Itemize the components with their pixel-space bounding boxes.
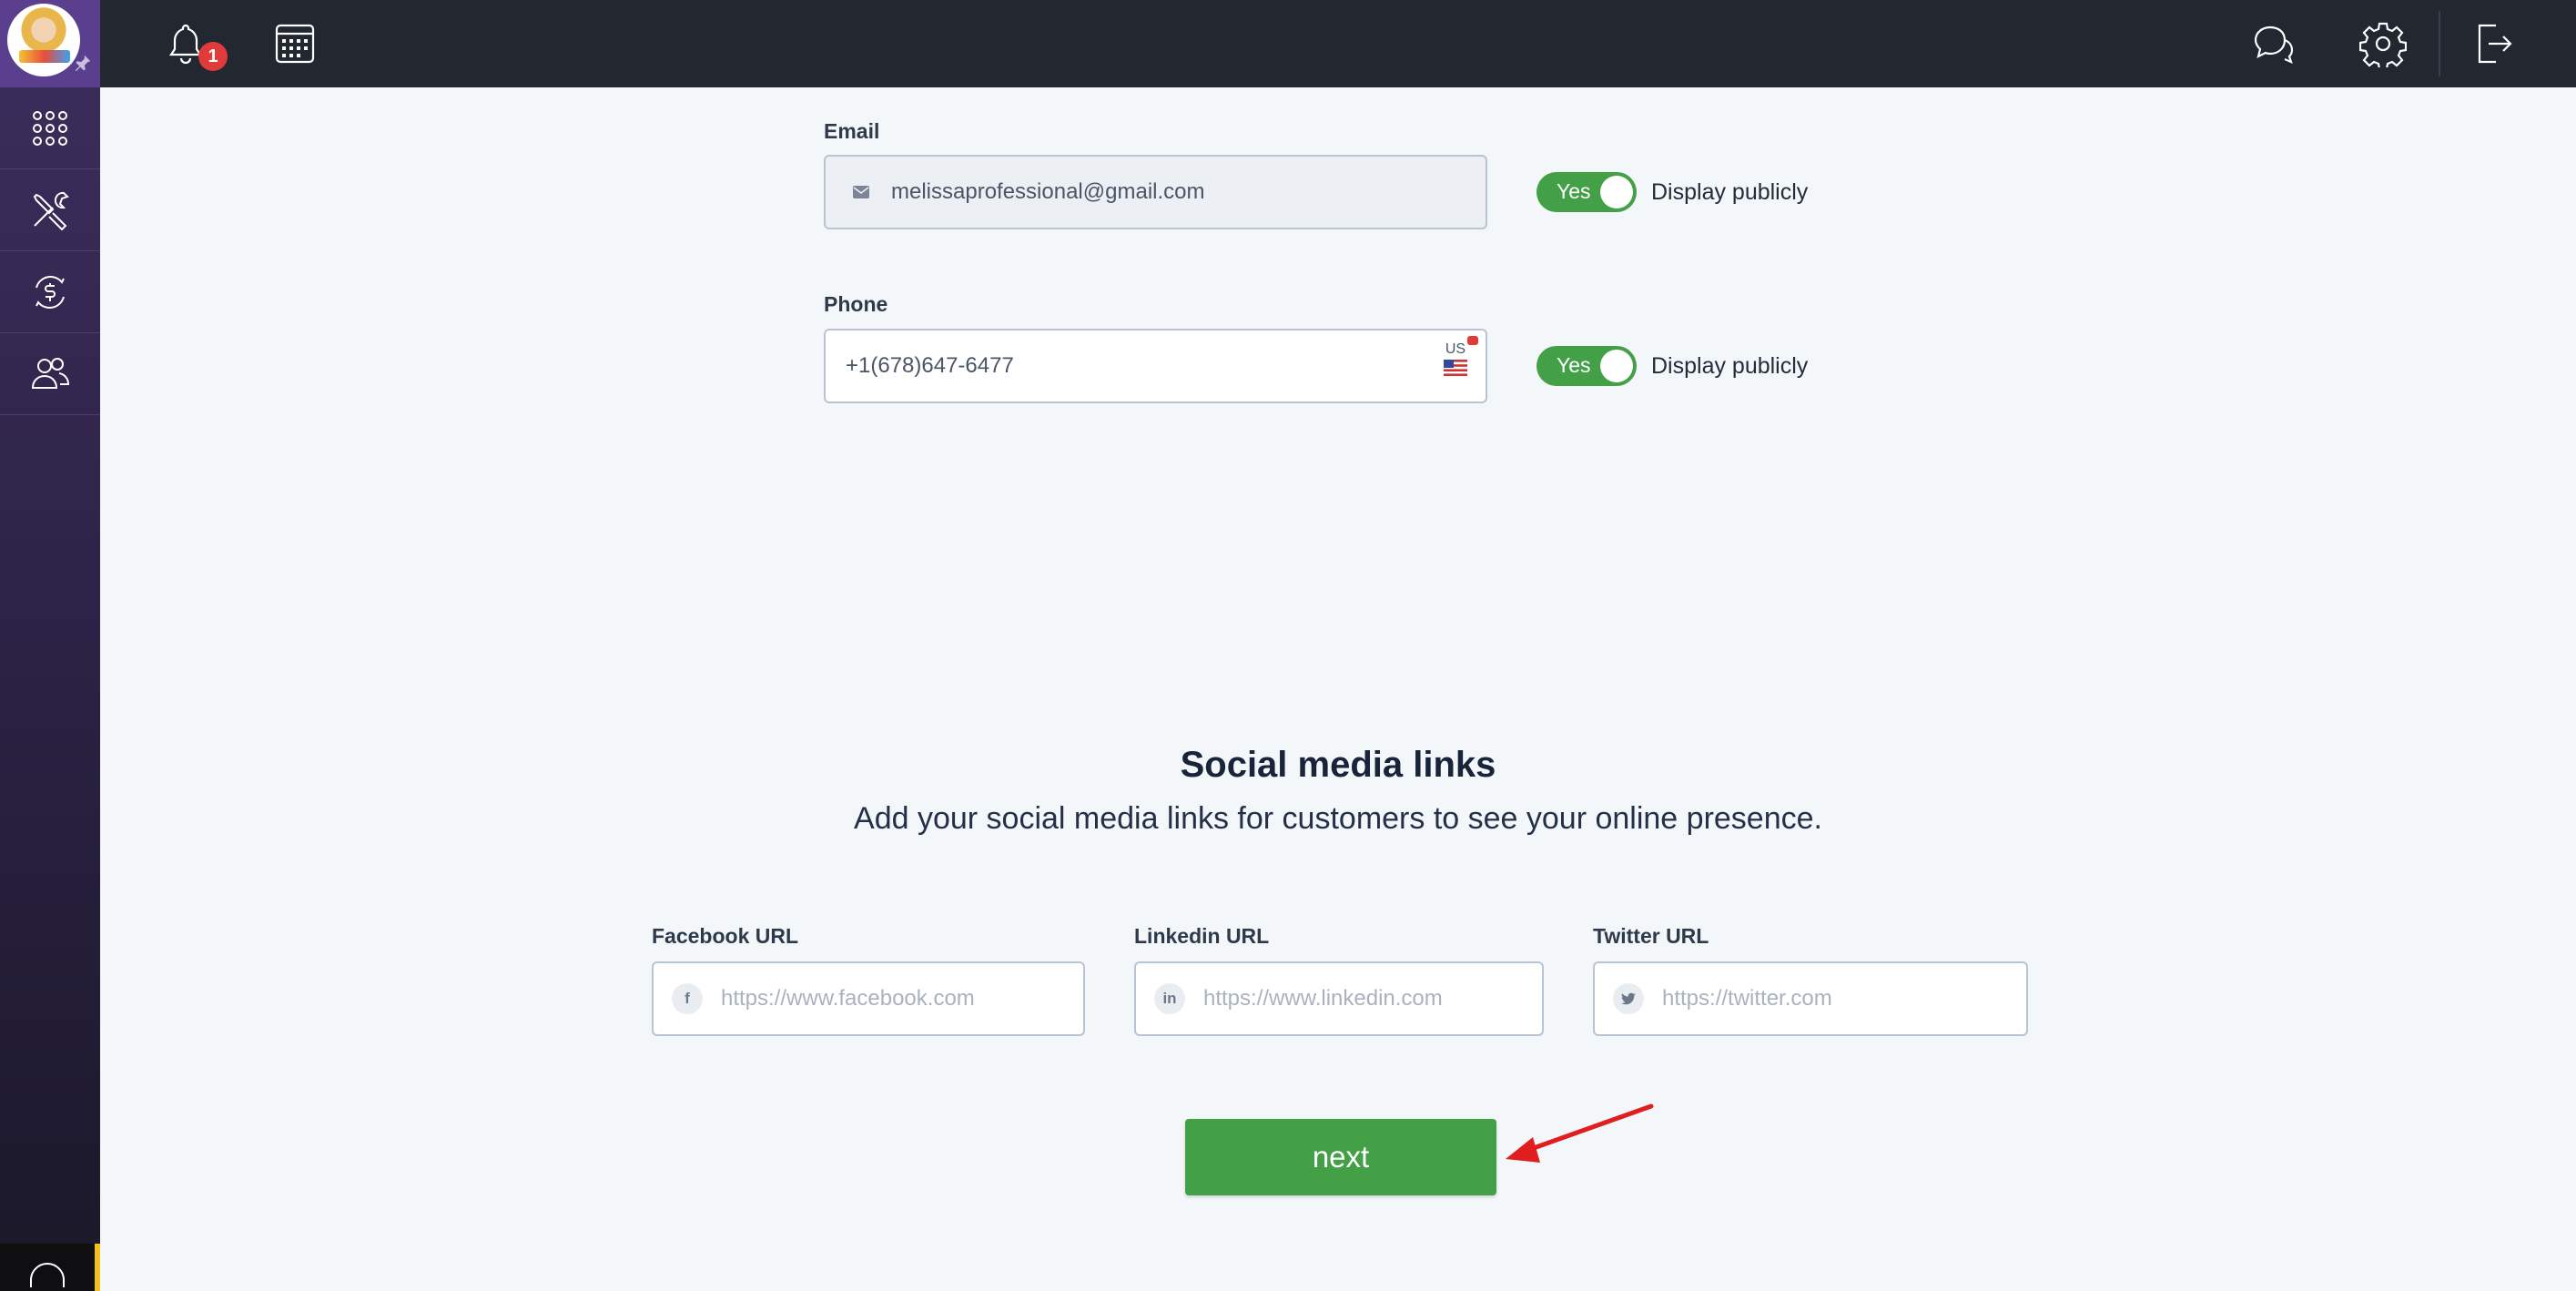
facebook-url-input[interactable] <box>721 986 1083 1011</box>
linkedin-url-input[interactable] <box>1203 986 1542 1011</box>
facebook-url-label: Facebook URL <box>652 924 799 948</box>
twitter-url-label: Twitter URL <box>1593 924 1709 948</box>
users-icon <box>31 357 70 389</box>
twitter-url-input[interactable] <box>1662 986 2026 1011</box>
email-display-toggle[interactable]: Yes <box>1536 172 1637 212</box>
us-flag-icon <box>1444 360 1467 376</box>
linkedin-url-field[interactable]: in <box>1134 961 1544 1036</box>
logout-button[interactable] <box>2465 16 2520 71</box>
chat-icon <box>2254 25 2294 64</box>
sidebar-item-billing[interactable] <box>0 251 100 333</box>
envelope-icon <box>853 186 869 198</box>
toggle-knob <box>1600 176 1633 208</box>
sidebar <box>0 0 100 1291</box>
logout-icon <box>2478 24 2512 64</box>
gear-icon <box>2359 22 2407 67</box>
twitter-url-field[interactable] <box>1593 961 2028 1036</box>
phone-label: Phone <box>824 292 888 316</box>
avatar[interactable] <box>7 4 80 76</box>
chat-button[interactable] <box>2246 16 2301 71</box>
linkedin-url-label: Linkedin URL <box>1134 924 1270 948</box>
facebook-url-field[interactable]: f <box>652 961 1085 1036</box>
calendar-icon <box>275 24 315 64</box>
phone-value: +1(678)647-6477 <box>846 353 1014 378</box>
next-button[interactable]: next <box>1185 1119 1496 1195</box>
settings-button[interactable] <box>2356 16 2410 71</box>
top-bar: 1 <box>100 0 2576 87</box>
required-indicator <box>1467 336 1478 345</box>
phone-display-publicly-label: Display publicly <box>1651 353 1809 379</box>
country-code: US <box>1445 341 1466 357</box>
phone-display-toggle[interactable]: Yes <box>1536 346 1637 386</box>
social-section-subtitle: Add your social media links for customer… <box>854 801 1822 836</box>
sidebar-item-team[interactable] <box>0 333 100 415</box>
notification-count-badge: 1 <box>198 42 228 71</box>
annotation-arrow-icon <box>1506 1103 1654 1163</box>
grid-apps-icon <box>33 110 67 146</box>
sidebar-item-apps[interactable] <box>0 87 100 169</box>
pin-icon[interactable] <box>73 53 93 73</box>
sidebar-item-tools[interactable] <box>0 169 100 251</box>
calendar-button[interactable] <box>268 16 322 71</box>
linkedin-icon: in <box>1154 983 1185 1014</box>
email-label: Email <box>824 119 880 143</box>
profile-section[interactable] <box>0 0 100 87</box>
facebook-icon: f <box>672 983 703 1014</box>
email-display-publicly-label: Display publicly <box>1651 179 1809 205</box>
headset-icon <box>30 1263 65 1287</box>
support-accent <box>95 1244 100 1291</box>
country-selector[interactable]: US <box>1444 341 1467 376</box>
toggle-yes-label: Yes <box>1557 353 1591 377</box>
email-field[interactable]: melissaprofessional@gmail.com <box>824 155 1487 229</box>
support-button[interactable] <box>0 1244 95 1291</box>
phone-field[interactable]: +1(678)647-6477 US <box>824 329 1487 403</box>
social-section-title: Social media links <box>1180 745 1496 785</box>
topbar-divider <box>2439 11 2440 76</box>
twitter-icon <box>1613 983 1644 1014</box>
email-value: melissaprofessional@gmail.com <box>891 179 1205 204</box>
tools-icon <box>33 191 69 230</box>
currency-exchange-icon <box>35 275 65 309</box>
toggle-knob <box>1600 350 1633 382</box>
toggle-yes-label: Yes <box>1557 179 1591 203</box>
